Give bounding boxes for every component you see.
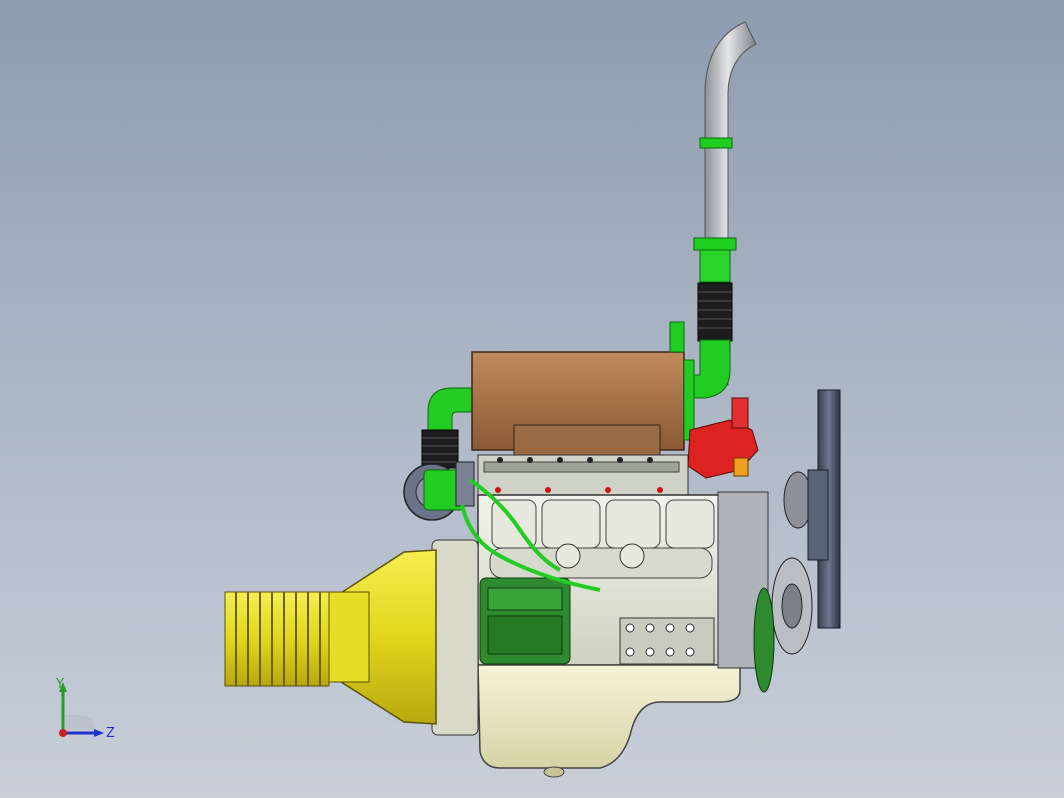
exhaust-bellows xyxy=(697,282,733,342)
cylinder-head[interactable] xyxy=(477,454,689,496)
x-axis-dot xyxy=(59,729,67,737)
z-axis-label: Z xyxy=(106,726,115,741)
cooling-fan[interactable] xyxy=(807,389,841,629)
front-pulleys[interactable] xyxy=(717,471,813,693)
cad-viewport[interactable]: Y Z xyxy=(0,0,1064,798)
thermostat-housing[interactable] xyxy=(687,397,759,479)
oil-pan[interactable] xyxy=(477,664,741,778)
engine-model[interactable] xyxy=(0,0,1064,798)
flywheel-housing[interactable] xyxy=(324,539,479,736)
intake-elbow[interactable] xyxy=(421,387,473,469)
z-axis-arrow xyxy=(94,729,104,737)
intercooler-box[interactable] xyxy=(471,321,695,456)
y-axis-label: Y xyxy=(55,677,64,692)
pto-pulley[interactable] xyxy=(224,591,330,687)
exhaust-stack[interactable] xyxy=(689,21,757,399)
starter-motor[interactable] xyxy=(479,577,571,665)
orientation-triad: Y Z xyxy=(55,677,115,741)
triad-plane xyxy=(65,715,95,730)
